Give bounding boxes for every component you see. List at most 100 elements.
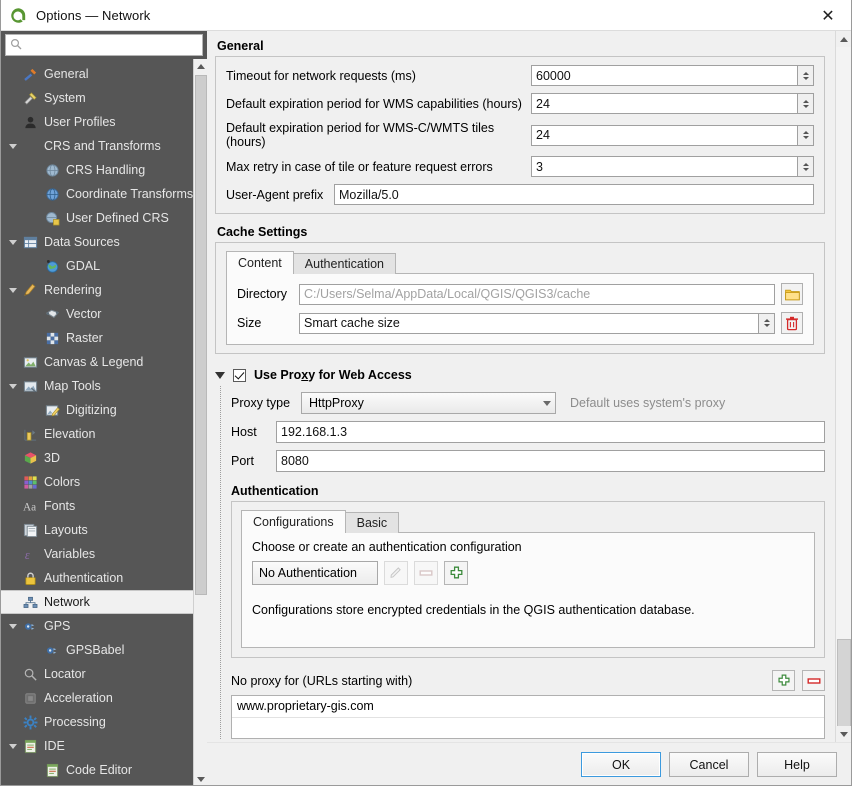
sidebar-item-vector[interactable]: Vector <box>1 302 193 326</box>
help-button[interactable]: Help <box>757 752 837 777</box>
close-icon[interactable]: ✕ <box>805 0 851 31</box>
sidebar-scroll-down-icon[interactable] <box>194 772 207 786</box>
sidebar-item-general[interactable]: General <box>1 62 193 86</box>
raster-icon <box>43 331 61 346</box>
sidebar-item-canvas-legend[interactable]: Canvas & Legend <box>1 350 193 374</box>
proxy-authentication-title: Authentication <box>231 484 825 498</box>
proxy-group-header[interactable]: Use Proxy for Web Access <box>215 368 825 382</box>
minus-icon[interactable] <box>414 561 438 585</box>
row-cache-directory: Directory C:/Users/Selma/AppData/Local/Q… <box>237 283 803 305</box>
folder-icon[interactable] <box>781 283 803 305</box>
sidebar-item-digitizing[interactable]: Digitizing <box>1 398 193 422</box>
sidebar-scroll-thumb[interactable] <box>195 75 207 595</box>
sidebar-item-elevation[interactable]: Elevation <box>1 422 193 446</box>
sidebar-item-label: Rendering <box>44 283 102 297</box>
sidebar-item-fonts[interactable]: AaFonts <box>1 494 193 518</box>
sidebar-item-gdal[interactable]: GDAL <box>1 254 193 278</box>
wms-capabilities-input[interactable]: 24 <box>531 93 798 114</box>
sidebar-item-map-tools[interactable]: Map Tools <box>1 374 193 398</box>
sidebar-item-system[interactable]: System <box>1 86 193 110</box>
sidebar-item-ide[interactable]: IDE <box>1 734 193 758</box>
main-scroll-up-icon[interactable] <box>836 31 851 47</box>
sidebar-item-colors[interactable]: Colors <box>1 470 193 494</box>
tab-cache-authentication[interactable]: Authentication <box>293 253 396 274</box>
user-agent-input[interactable]: Mozilla/5.0 <box>334 184 814 205</box>
sidebar-item-gpsbabel[interactable]: GPSBabel <box>1 638 193 662</box>
list-item[interactable]: www.proprietary-gis.com <box>232 696 824 718</box>
proxy-port-input[interactable]: 8080 <box>276 450 825 472</box>
proxy-host-input[interactable]: 192.168.1.3 <box>276 421 825 443</box>
sidebar-tree-area: General System User ProfilesCRS and Transf… <box>1 59 207 786</box>
sidebar-item-user-defined-crs[interactable]: User Defined CRS <box>1 206 193 230</box>
auth-config-select[interactable]: No Authentication <box>252 561 378 585</box>
dialog-body: General System User ProfilesCRS and Transf… <box>1 31 851 786</box>
main-scroll-thumb[interactable] <box>837 639 851 729</box>
cache-size-stepper[interactable] <box>759 313 775 334</box>
sidebar-item-variables[interactable]: εVariables <box>1 542 193 566</box>
cancel-button[interactable]: Cancel <box>669 752 749 777</box>
expander-arrow-icon[interactable] <box>5 624 21 629</box>
expander-arrow-icon[interactable] <box>5 384 21 389</box>
sidebar-item-coordinate-transforms[interactable]: Coordinate Transforms <box>1 182 193 206</box>
tools-icon <box>21 67 39 82</box>
pencil-icon[interactable] <box>384 561 408 585</box>
sidebar-item-label: Colors <box>44 475 80 489</box>
timeout-stepper[interactable] <box>798 65 814 86</box>
wms-capabilities-stepper[interactable] <box>798 93 814 114</box>
plus-icon[interactable] <box>444 561 468 585</box>
sidebar-item-code-editor[interactable]: Code Editor <box>1 758 193 782</box>
sidebar-item-3d[interactable]: 3D <box>1 446 193 470</box>
sidebar-scrollbar[interactable] <box>193 59 207 786</box>
ok-button[interactable]: OK <box>581 752 661 777</box>
sidebar-item-raster[interactable]: Raster <box>1 326 193 350</box>
sidebar-item-locator[interactable]: Locator <box>1 662 193 686</box>
sidebar-item-label: Canvas & Legend <box>44 355 143 369</box>
no-proxy-url-list[interactable]: www.proprietary-gis.com <box>231 695 825 739</box>
sidebar-item-acceleration[interactable]: Acceleration <box>1 686 193 710</box>
sidebar-item-layouts[interactable]: Layouts <box>1 518 193 542</box>
search-input[interactable] <box>26 38 198 52</box>
sidebar-item-label: Network <box>44 595 90 609</box>
sidebar-item-network[interactable]: Network <box>1 590 193 614</box>
max-retry-input[interactable]: 3 <box>531 156 798 177</box>
max-retry-label: Max retry in case of tile or feature req… <box>226 160 531 174</box>
tab-auth-configurations[interactable]: Configurations <box>241 510 346 533</box>
use-proxy-checkbox[interactable] <box>233 369 246 382</box>
gps-icon <box>21 619 39 634</box>
trash-icon[interactable] <box>781 312 803 334</box>
collapse-triangle-icon[interactable] <box>215 372 225 379</box>
sidebar-item-crs-handling[interactable]: CRS Handling <box>1 158 193 182</box>
tab-cache-content[interactable]: Content <box>226 251 294 274</box>
sidebar-item-label: Code Editor <box>66 763 132 777</box>
no-proxy-remove-button[interactable] <box>802 670 825 691</box>
wmts-tiles-input[interactable]: 24 <box>531 125 798 146</box>
auth-config-description: Choose or create an authentication confi… <box>252 540 804 554</box>
sidebar-item-user-profiles[interactable]: User Profiles <box>1 110 193 134</box>
search-box[interactable] <box>5 34 203 56</box>
expander-arrow-icon[interactable] <box>5 240 21 245</box>
expander-arrow-icon[interactable] <box>5 744 21 749</box>
sidebar-item-authentication[interactable]: Authentication <box>1 566 193 590</box>
sidebar-item-crs-and-transforms[interactable]: CRS and Transforms <box>1 134 193 158</box>
main-scrollbar[interactable] <box>835 31 851 742</box>
sidebar-item-data-sources[interactable]: Data Sources <box>1 230 193 254</box>
expander-arrow-icon[interactable] <box>5 144 21 149</box>
proxy-type-select[interactable]: HttpProxy <box>301 392 556 414</box>
sidebar-item-rendering[interactable]: Rendering <box>1 278 193 302</box>
canvas-icon <box>21 355 39 370</box>
max-retry-stepper[interactable] <box>798 156 814 177</box>
timeout-input[interactable]: 60000 <box>531 65 798 86</box>
expander-arrow-icon[interactable] <box>5 288 21 293</box>
sidebar-scroll-up-icon[interactable] <box>194 59 207 73</box>
sidebar-item-label: System <box>44 91 86 105</box>
gps-icon <box>43 643 61 658</box>
no-proxy-add-button[interactable] <box>772 670 795 691</box>
sidebar-item-processing[interactable]: Processing <box>1 710 193 734</box>
cache-size-input[interactable]: Smart cache size <box>299 313 759 334</box>
tab-auth-basic[interactable]: Basic <box>345 512 400 533</box>
wms-capabilities-label: Default expiration period for WMS capabi… <box>226 97 531 111</box>
wmts-tiles-stepper[interactable] <box>798 125 814 146</box>
main-scroll-down-icon[interactable] <box>836 726 851 742</box>
sidebar-item-gps[interactable]: GPS <box>1 614 193 638</box>
cache-directory-input[interactable]: C:/Users/Selma/AppData/Local/QGIS/QGIS3/… <box>299 284 775 305</box>
